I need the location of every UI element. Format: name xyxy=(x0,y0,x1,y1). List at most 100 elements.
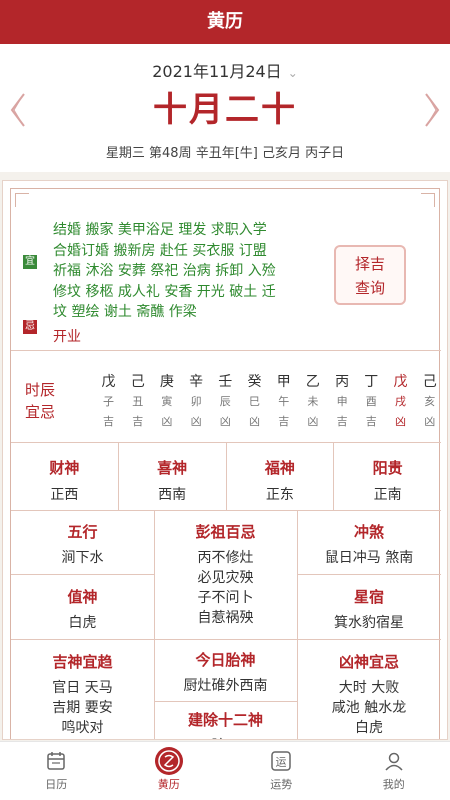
jishen-cell: 吉神宜趋 官日 天马 吉期 要安 鸣吠对 xyxy=(11,651,154,738)
cell-value: 必见灾殃 xyxy=(197,570,254,586)
cell-value: 鼠日冲马 煞南 xyxy=(324,550,414,566)
gods-row: 财神 正西 喜神 西南 福神 正东 阳贵 正南 xyxy=(11,443,441,511)
yi-badge: 宜 xyxy=(23,255,37,269)
tab-profile[interactable]: 我的 xyxy=(338,742,450,800)
tab-label[interactable]: 黄历 xyxy=(113,776,226,792)
almanac-frame: 宜 结婚 搬家 美甲浴足 理发 求职入学 合婚订婚 搬新房 赴任 买衣服 订盟 … xyxy=(10,188,441,739)
hour-luck-section: 时辰 宜忌 戊子吉己丑吉庚寅凶辛卯凶壬辰凶癸巳凶甲午吉乙未凶丙申吉丁酉吉戊戌凶己… xyxy=(11,359,441,443)
yi-list: 结婚 搬家 美甲浴足 理发 求职入学 合婚订婚 搬新房 赴任 买衣服 订盟 祈福… xyxy=(53,220,303,323)
cell-value: 丙不修灶 xyxy=(197,550,254,566)
cell-value: 涧下水 xyxy=(61,550,104,566)
wuxing-cell: 五行 涧下水 xyxy=(11,521,154,568)
hour-luck: 凶 xyxy=(424,415,436,428)
ji-list: 开业 xyxy=(53,329,81,345)
tab-label[interactable]: 日历 xyxy=(0,776,113,792)
tab-label[interactable]: 运势 xyxy=(225,776,338,792)
cell-title: 彭祖百忌 xyxy=(195,523,256,541)
chongsha-cell: 冲煞 鼠日冲马 煞南 xyxy=(297,521,441,568)
hour-luck: 凶 xyxy=(161,415,173,428)
cell-title: 值神 xyxy=(67,588,98,606)
jianchu-cell: 建除十二神 除日 xyxy=(154,709,297,739)
god-title: 喜神 xyxy=(157,459,188,477)
hour-branch: 巳 xyxy=(249,395,260,408)
tab-calendar[interactable]: 日历 xyxy=(0,742,113,800)
hour-branch: 亥 xyxy=(424,395,436,408)
hour-column: 庚寅凶 xyxy=(152,371,181,429)
hour-branch: 酉 xyxy=(365,395,377,408)
hour-column: 甲午吉 xyxy=(269,371,298,429)
hours-title-line: 宜忌 xyxy=(25,403,56,421)
hour-luck: 凶 xyxy=(249,415,260,428)
cell-title: 星宿 xyxy=(353,588,384,606)
yi-line: 结婚 搬家 美甲浴足 理发 求职入学 xyxy=(53,222,267,238)
cell-value: 吉期 要安 xyxy=(52,700,113,716)
grid-divider xyxy=(154,701,297,702)
grid-divider xyxy=(297,574,441,575)
hour-column: 己丑吉 xyxy=(123,371,152,429)
hour-stem: 辛 xyxy=(189,374,204,390)
hour-branch: 丑 xyxy=(132,395,144,408)
hour-column: 丁酉吉 xyxy=(357,371,386,429)
god-direction: 西南 xyxy=(158,487,187,503)
cell-value: 白虎 xyxy=(68,615,97,631)
yi-line: 祈福 沐浴 安葬 祭祀 治病 拆卸 入殓 xyxy=(53,263,276,279)
hour-luck: 吉 xyxy=(103,415,114,428)
pengzu-cell: 彭祖百忌 丙不修灶 必见灾殃 子不问卜 自惹祸殃 xyxy=(154,521,297,628)
cell-title: 吉神宜趋 xyxy=(52,653,113,671)
chevron-down-icon[interactable]: ⌄ xyxy=(288,66,298,80)
god-cell-xishen: 喜神 西南 xyxy=(119,443,227,510)
hour-stem: 丙 xyxy=(335,374,350,390)
hour-luck: 凶 xyxy=(190,415,202,428)
hour-stem: 丁 xyxy=(364,374,379,390)
yi-line: 合婚订婚 搬新房 赴任 买衣服 订盟 xyxy=(53,242,267,259)
cell-title: 冲煞 xyxy=(353,523,384,541)
profile-icon[interactable] xyxy=(383,750,405,772)
hour-column: 己亥凶 xyxy=(415,371,444,429)
hour-branch: 辰 xyxy=(219,395,231,408)
next-day-arrow-icon[interactable] xyxy=(422,92,442,128)
hours-title-line: 时辰 xyxy=(25,381,56,399)
god-cell-yanggui: 阳贵 正南 xyxy=(334,443,441,510)
auspicious-date-query-button[interactable]: 择吉 查询 xyxy=(334,245,406,305)
hour-luck: 凶 xyxy=(395,415,406,428)
cell-title: 建除十二神 xyxy=(187,711,263,729)
cell-title: 今日胎神 xyxy=(195,651,256,669)
god-direction: 正西 xyxy=(50,487,79,503)
almanac-seal-icon[interactable] xyxy=(154,746,184,776)
god-cell-fushen: 福神 正东 xyxy=(227,443,335,510)
hour-column: 辛卯凶 xyxy=(182,371,211,429)
lunar-date: 十月二十 xyxy=(153,90,297,130)
tab-fortune[interactable]: 运 运势 xyxy=(225,742,338,800)
hour-stem: 戊 xyxy=(393,374,408,390)
cell-value: 厨灶碓外西南 xyxy=(183,678,268,694)
tab-label[interactable]: 我的 xyxy=(338,776,450,792)
solar-date[interactable]: 2021年11月24日 xyxy=(152,62,281,81)
hour-stem: 己 xyxy=(422,374,437,390)
tab-almanac[interactable]: 黄历 xyxy=(113,742,226,800)
god-title: 福神 xyxy=(264,459,295,477)
hour-branch: 子 xyxy=(103,395,114,408)
hour-branch: 寅 xyxy=(161,395,173,408)
yi-ji-section: 宜 结婚 搬家 美甲浴足 理发 求职入学 合婚订婚 搬新房 赴任 买衣服 订盟 … xyxy=(11,189,441,351)
hour-column: 丙申吉 xyxy=(328,371,357,429)
fortune-icon[interactable]: 运 xyxy=(270,750,292,772)
hour-column: 癸巳凶 xyxy=(240,371,269,429)
top-bar: 黄历 xyxy=(0,0,450,44)
hours-title: 时辰 宜忌 xyxy=(25,379,65,423)
cell-title: 五行 xyxy=(67,523,98,541)
solar-date-selector[interactable]: 2021年11月24日 ⌄ xyxy=(0,58,450,82)
god-direction: 正东 xyxy=(265,487,294,503)
cell-value: 咸池 触水龙 xyxy=(331,700,407,716)
almanac-detail-grid: 五行 涧下水 值神 白虎 彭祖百忌 丙不修灶 必见灾殃 子不问卜 自惹祸殃 冲煞… xyxy=(11,511,441,739)
bottom-navigation: 日历 黄历 运 运势 我的 xyxy=(0,741,450,800)
cell-value: 官日 天马 xyxy=(52,680,113,696)
zeji-label: 择吉 xyxy=(354,255,385,273)
xingxiu-cell: 星宿 箕水豹宿星 xyxy=(297,586,441,633)
ji-badge: 忌 xyxy=(23,320,37,334)
hour-luck: 凶 xyxy=(219,415,231,428)
calendar-icon[interactable] xyxy=(45,750,67,772)
hour-branch: 戌 xyxy=(395,395,406,408)
hour-stem: 壬 xyxy=(218,374,233,390)
god-cell-caishen: 财神 正西 xyxy=(11,443,119,510)
cell-value: 大时 大败 xyxy=(338,680,400,696)
